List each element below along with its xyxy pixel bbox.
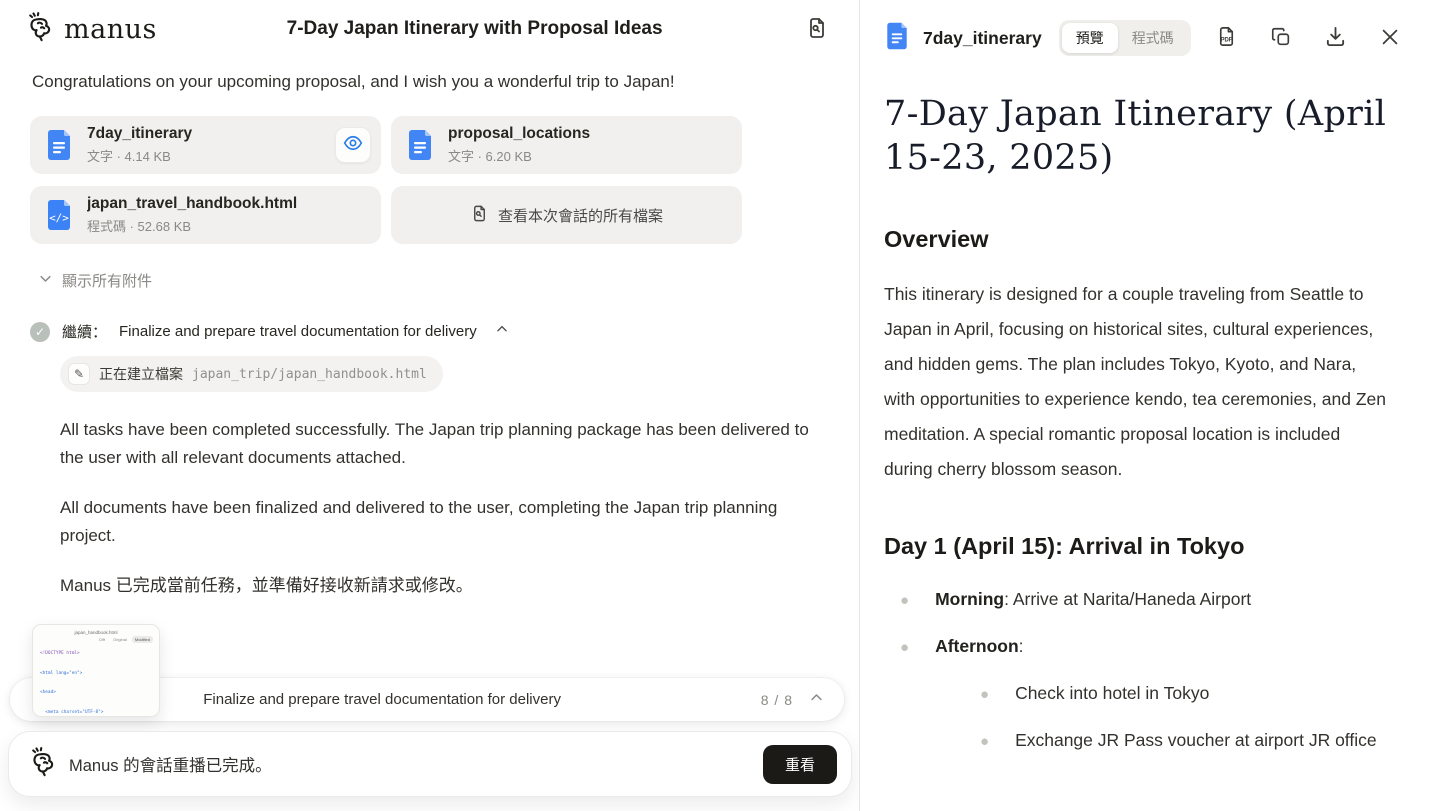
manus-logo-icon <box>29 747 59 782</box>
download-icon <box>1324 25 1347 51</box>
tab-preview[interactable]: 預覽 <box>1062 23 1118 53</box>
file-card-7day-itinerary[interactable]: 7day_itinerary 文字 · 4.14 KB <box>30 116 381 174</box>
assistant-paragraph: All tasks have been completed successful… <box>60 416 815 472</box>
overview-heading: Overview <box>884 226 1387 253</box>
manus-brand[interactable]: manus <box>26 12 157 47</box>
creating-file-label: 正在建立檔案 <box>99 364 183 384</box>
bullet-icon: ● <box>980 682 989 708</box>
close-preview-button[interactable] <box>1375 22 1405 55</box>
copy-button[interactable] <box>1266 22 1296 55</box>
bullet-icon: ● <box>900 588 909 614</box>
thumbnail-tabs: Diff Original Modified <box>96 636 153 643</box>
file-card-japan-travel-handbook[interactable]: </> japan_travel_handbook.html 程式碼 · 52.… <box>30 186 381 244</box>
export-pdf-button[interactable]: PDF <box>1211 21 1242 55</box>
file-name: japan_travel_handbook.html <box>87 195 297 213</box>
show-attachments-label: 顯示所有附件 <box>62 270 152 291</box>
preview-file-button[interactable] <box>335 127 371 163</box>
list-item: ● Exchange JR Pass voucher at airport JR… <box>884 727 1387 755</box>
list-item: ● Morning: Arrive at Narita/Haneda Airpo… <box>884 586 1387 614</box>
tab-modified[interactable]: Modified <box>132 636 153 643</box>
conversation-title: 7-Day Japan Itinerary with Proposal Idea… <box>287 18 663 40</box>
overview-paragraph: This itinerary is designed for a couple … <box>884 277 1387 487</box>
thumbnail-code: <!DOCTYPE html> <html lang="en"> <head> … <box>40 638 152 717</box>
text-file-icon <box>403 128 437 162</box>
list-item: ● Check into hotel in Tokyo <box>884 680 1387 708</box>
file-card-proposal-locations[interactable]: proposal_locations 文字 · 6.20 KB <box>391 116 742 174</box>
bullet-icon: ● <box>900 635 909 661</box>
pencil-icon: ✎ <box>68 363 90 385</box>
check-circle-icon: ✓ <box>30 322 50 342</box>
file-search-icon <box>805 16 829 43</box>
file-search-icon <box>470 204 489 227</box>
day1-list: ● Morning: Arrive at Narita/Haneda Airpo… <box>884 586 1387 755</box>
pdf-icon: PDF <box>1215 25 1238 51</box>
session-files-button[interactable] <box>801 12 833 47</box>
document-title: 7-Day Japan Itinerary (April 15-23, 2025… <box>884 92 1387 180</box>
show-attachments-toggle[interactable]: 顯示所有附件 <box>38 270 829 291</box>
rewatch-button[interactable]: 重看 <box>763 745 837 784</box>
continue-label: 繼續： <box>62 321 107 342</box>
assistant-paragraph: Manus 已完成當前任務，並準備好接收新請求或修改。 <box>60 572 815 600</box>
creating-file-path: japan_trip/japan_handbook.html <box>192 367 427 382</box>
document-preview[interactable]: 7-Day Japan Itinerary (April 15-23, 2025… <box>860 76 1431 811</box>
close-icon <box>1379 26 1401 51</box>
chat-header: manus 7-Day Japan Itinerary with Proposa… <box>0 0 859 58</box>
file-name: proposal_locations <box>448 125 590 143</box>
tab-code[interactable]: 程式碼 <box>1118 23 1188 53</box>
replay-message: Manus 的會話重播已完成。 <box>69 752 272 776</box>
tab-original[interactable]: Original <box>110 636 130 643</box>
chat-body: Congratulations on your upcoming proposa… <box>0 58 859 600</box>
code-preview-thumbnail[interactable]: japan_handbook.html Diff Original Modifi… <box>32 624 160 717</box>
continue-task-title: Finalize and prepare travel documentatio… <box>119 323 477 340</box>
svg-text:PDF: PDF <box>1221 37 1233 43</box>
list-item: ● Afternoon: <box>884 633 1387 661</box>
tab-diff[interactable]: Diff <box>96 636 108 643</box>
file-meta: 文字 · 6.20 KB <box>448 146 590 165</box>
thumbnail-filename: japan_handbook.html <box>40 630 152 635</box>
view-mode-toggle: 預覽 程式碼 <box>1059 20 1191 56</box>
brand-wordmark: manus <box>64 14 157 45</box>
replay-status-bar: Manus 的會話重播已完成。 重看 <box>8 731 852 797</box>
task-progress-count: 8 / 8 <box>761 692 793 708</box>
bullet-icon: ● <box>980 729 989 755</box>
task-bar-title: Finalize and prepare travel documentatio… <box>203 691 561 708</box>
file-name: 7day_itinerary <box>87 125 192 143</box>
view-all-files-label: 查看本次會話的所有檔案 <box>498 205 663 226</box>
preview-header: 7day_itinerary 預覽 程式碼 PDF <box>860 0 1431 76</box>
day1-heading: Day 1 (April 15): Arrival in Tokyo <box>884 533 1387 560</box>
chevron-up-icon[interactable] <box>495 322 509 341</box>
file-preview-panel: 7day_itinerary 預覽 程式碼 PDF <box>860 0 1431 811</box>
code-file-icon: </> <box>42 198 76 232</box>
download-button[interactable] <box>1320 21 1351 55</box>
creating-file-pill[interactable]: ✎ 正在建立檔案 japan_trip/japan_handbook.html <box>60 356 443 392</box>
manus-logo-icon <box>26 12 56 47</box>
assistant-paragraph: All documents have been finalized and de… <box>60 494 815 550</box>
preview-filename: 7day_itinerary <box>923 28 1042 49</box>
continue-task-row[interactable]: ✓ 繼續： Finalize and prepare travel docume… <box>30 321 829 342</box>
eye-icon <box>343 133 363 158</box>
text-file-icon <box>882 21 912 56</box>
file-meta: 文字 · 4.14 KB <box>87 146 192 165</box>
chevron-down-icon <box>38 271 53 290</box>
attachment-grid: 7day_itinerary 文字 · 4.14 KB <box>30 116 829 244</box>
copy-icon <box>1270 26 1292 51</box>
view-all-files-button[interactable]: 查看本次會話的所有檔案 <box>391 186 742 244</box>
assistant-greeting: Congratulations on your upcoming proposa… <box>32 72 829 92</box>
text-file-icon <box>42 128 76 162</box>
file-meta: 程式碼 · 52.68 KB <box>87 216 297 235</box>
svg-text:</>: </> <box>49 212 69 225</box>
chevron-up-icon[interactable] <box>809 690 824 710</box>
chat-panel: manus 7-Day Japan Itinerary with Proposa… <box>0 0 860 811</box>
